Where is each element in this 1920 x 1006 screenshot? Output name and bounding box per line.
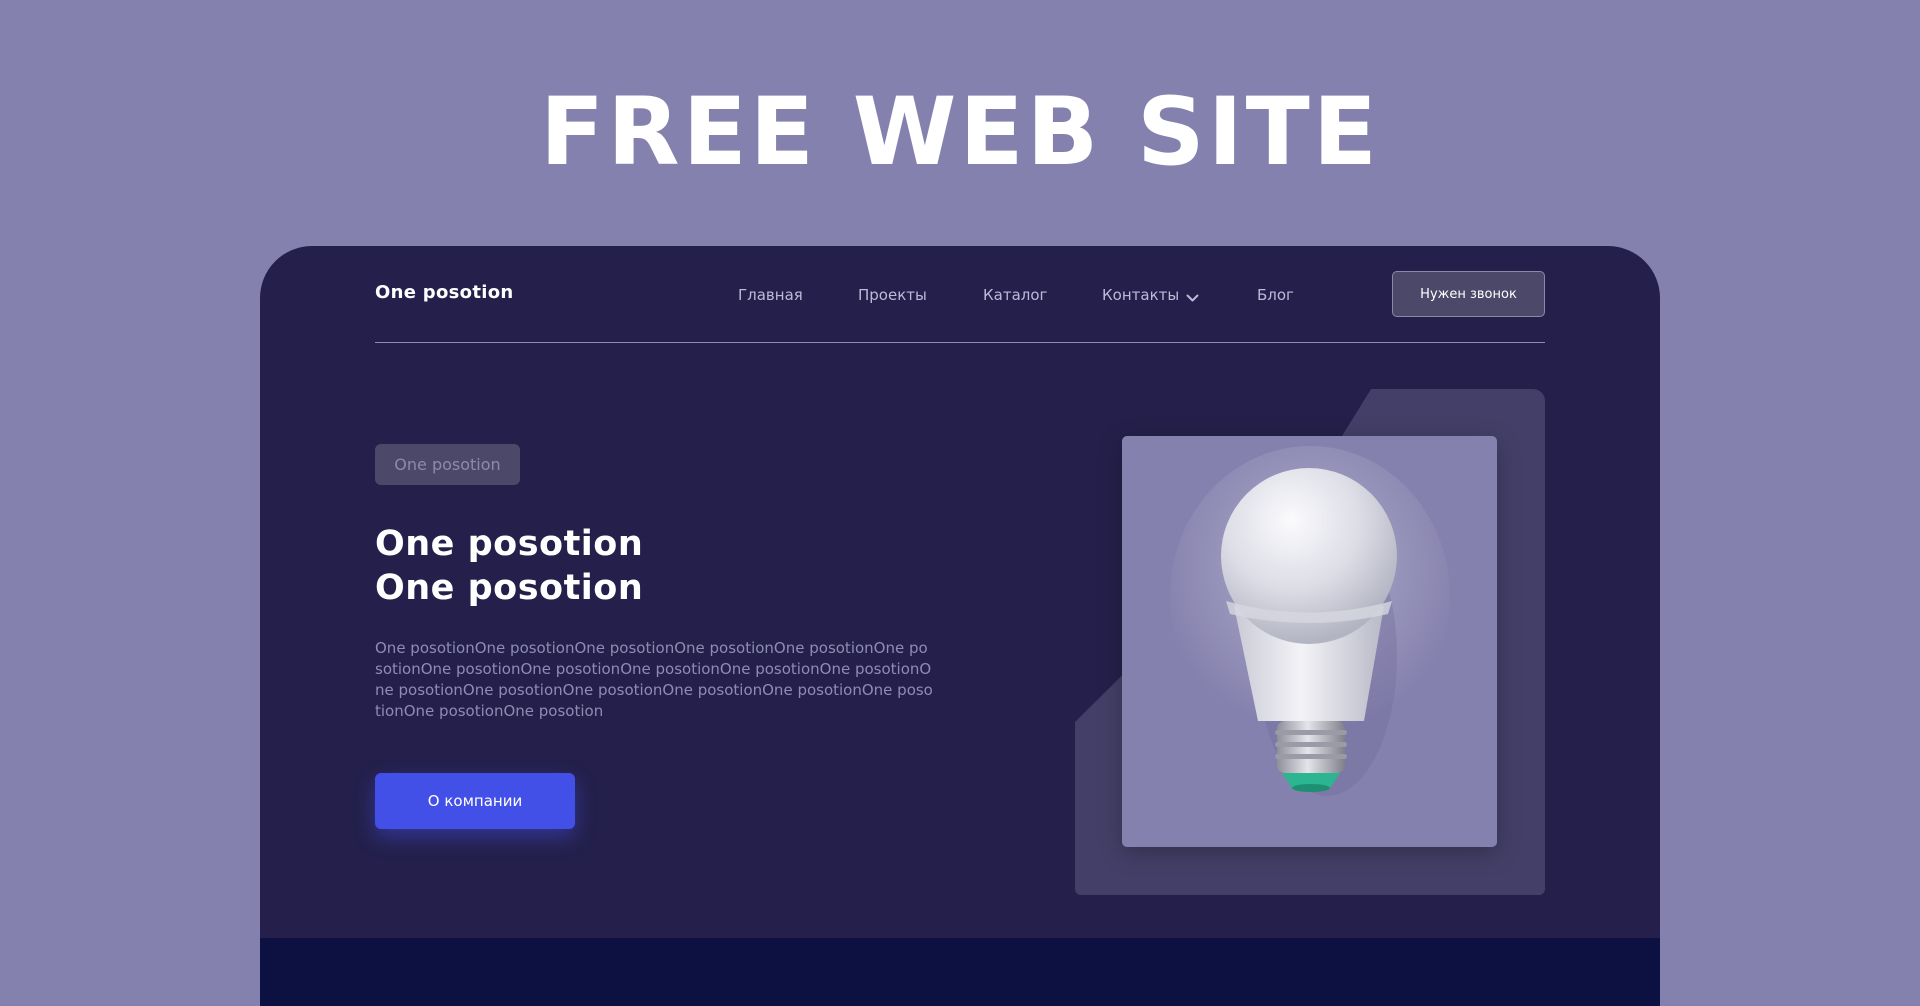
header-divider: [375, 342, 1545, 343]
site-logo[interactable]: One posotion: [375, 282, 513, 303]
hero-image: [1122, 436, 1497, 847]
about-company-button[interactable]: О компании: [375, 773, 575, 829]
hero-title: One posotion One posotion: [375, 522, 643, 610]
light-bulb-icon: [1170, 446, 1450, 796]
nav-item-contacts-label: Контакты: [1102, 286, 1180, 304]
next-section-band: [260, 938, 1660, 1006]
nav-item-home[interactable]: Главная: [738, 286, 803, 304]
hero-title-line-2: One posotion: [375, 568, 644, 608]
hero-tag: One posotion: [375, 444, 520, 485]
nav-item-catalog[interactable]: Каталог: [983, 286, 1047, 304]
page-banner-title: FREE WEB SITE: [539, 78, 1381, 187]
hero-title-line-1: One posotion: [375, 524, 644, 564]
nav-item-projects[interactable]: Проекты: [858, 286, 927, 304]
chevron-down-icon: [1186, 289, 1199, 307]
request-call-button[interactable]: Нужен звонок: [1392, 271, 1545, 317]
nav-item-blog[interactable]: Блог: [1257, 286, 1294, 304]
site-preview: One posotion Главная Проекты Каталог Кон…: [260, 246, 1660, 1006]
nav-item-contacts[interactable]: Контакты: [1102, 286, 1199, 304]
hero-description: One posotionOne posotionOne posotionOne …: [375, 639, 933, 720]
